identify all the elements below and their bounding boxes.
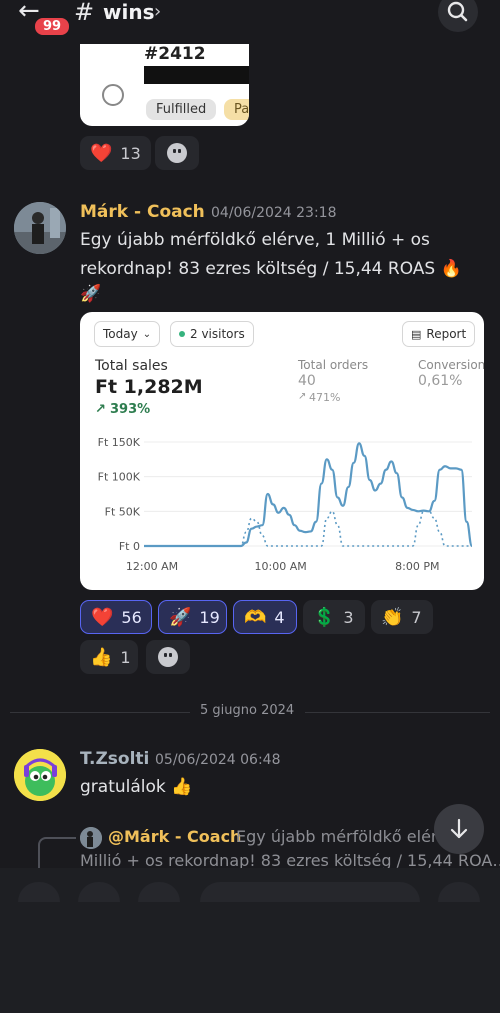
message-timestamp-2: 05/06/2024 06:48 [155,752,281,768]
heart-icon: ❤️ [90,142,113,164]
scroll-to-bottom-button[interactable] [434,804,484,854]
reaction-count: 56 [121,607,142,627]
status-badge-fulfilled: Fulfilled [146,99,217,120]
avatar-tzsolti[interactable] [14,749,66,801]
channel-hash-icon: # [74,0,95,26]
message-input[interactable] [200,882,420,902]
reaction-count: 13 [120,143,141,163]
x-tick-label: 10:00 AM [255,560,307,573]
rocket-icon: 🚀 [169,606,192,628]
message-line-2: rekordnap! 83 ezres költség / 15,44 ROAS… [80,259,462,279]
sales-series-line [144,442,474,548]
unread-badge: 99 [33,16,72,37]
reaction-count: 3 [343,607,354,627]
reaction-heart[interactable]: ❤️ 13 [80,136,151,170]
divider-line-right [305,712,490,713]
message-author-2[interactable]: T.Zsolti [80,749,149,769]
search-icon [447,1,468,22]
sales-chart-image[interactable]: Today ⌄ 2 visitors ▤ Report Total sales … [80,312,484,590]
channel-name[interactable]: wins [103,0,154,24]
avatar-mark[interactable] [14,202,66,254]
divider-line-left [10,712,190,713]
heart-hands-icon: 🫶 [244,606,267,628]
reaction-rocket[interactable]: 🚀 19 [158,600,227,634]
message-author[interactable]: Márk - Coach [80,202,205,222]
person-photo-icon [80,827,102,849]
y-tick-label: Ft 100K [98,471,141,484]
arrow-down-icon [450,818,468,839]
message-timestamp: 04/06/2024 23:18 [211,205,337,221]
reaction-count: 7 [411,607,422,627]
reaction-heart-hands[interactable]: 🫶 4 [233,600,297,634]
order-number: #2412 [144,44,206,64]
y-tick-label: Ft 150K [98,436,141,449]
add-reaction-button[interactable] [155,136,199,170]
person-photo-icon [14,202,66,254]
channel-header: ← 99 # wins › [0,0,500,44]
clap-icon: 👏 [381,606,404,628]
radio-circle-icon [102,84,124,106]
smiley-icon [167,143,187,163]
dollar-icon: 💲 [313,606,336,628]
y-tick-label: Ft 0 [119,540,140,553]
reaction-count: 1 [120,647,131,667]
comparison-series-line [144,510,472,547]
reaction-count: 4 [274,607,285,627]
order-image[interactable]: #2412 Fulfilled Pa [80,44,249,126]
reaction-heart[interactable]: ❤️ 56 [80,600,152,634]
sales-line-chart: Ft 150K Ft 100K Ft 50K Ft 0 12:00 AM 10:00 AM… [98,436,474,573]
reply-text-line-1[interactable]: Egy újabb mérföldkő elérve, [236,827,462,846]
y-tick-label: Ft 50K [105,505,141,518]
thumbs-up-icon: 👍 [90,646,113,668]
reaction-thumbsup[interactable]: 👍 1 [80,640,138,674]
status-badge-partial: Pa [224,99,249,120]
reply-mention[interactable]: @Márk - Coach [108,827,241,846]
reaction-clap[interactable]: 👏 7 [371,600,433,634]
heart-icon: ❤️ [91,606,114,628]
chevron-right-icon[interactable]: › [154,0,161,24]
date-divider: 5 giugno 2024 [200,703,295,718]
add-reaction-button-2[interactable] [146,640,190,674]
message-text-2: gratulálok 👍 [80,777,193,797]
x-tick-label: 12:00 AM [126,560,178,573]
smiley-icon [158,647,178,667]
redacted-block [144,66,249,84]
reaction-count: 19 [199,607,220,627]
green-monster-avatar-icon [14,749,66,801]
message-line-3: 🚀 [80,284,102,304]
reaction-dollar[interactable]: 💲 3 [303,600,365,634]
x-tick-label: 8:00 PM [395,560,439,573]
search-button[interactable] [438,0,478,32]
reply-avatar [80,827,102,849]
message-line-1: Egy újabb mérföldkő elérve, 1 Millió + o… [80,230,430,250]
